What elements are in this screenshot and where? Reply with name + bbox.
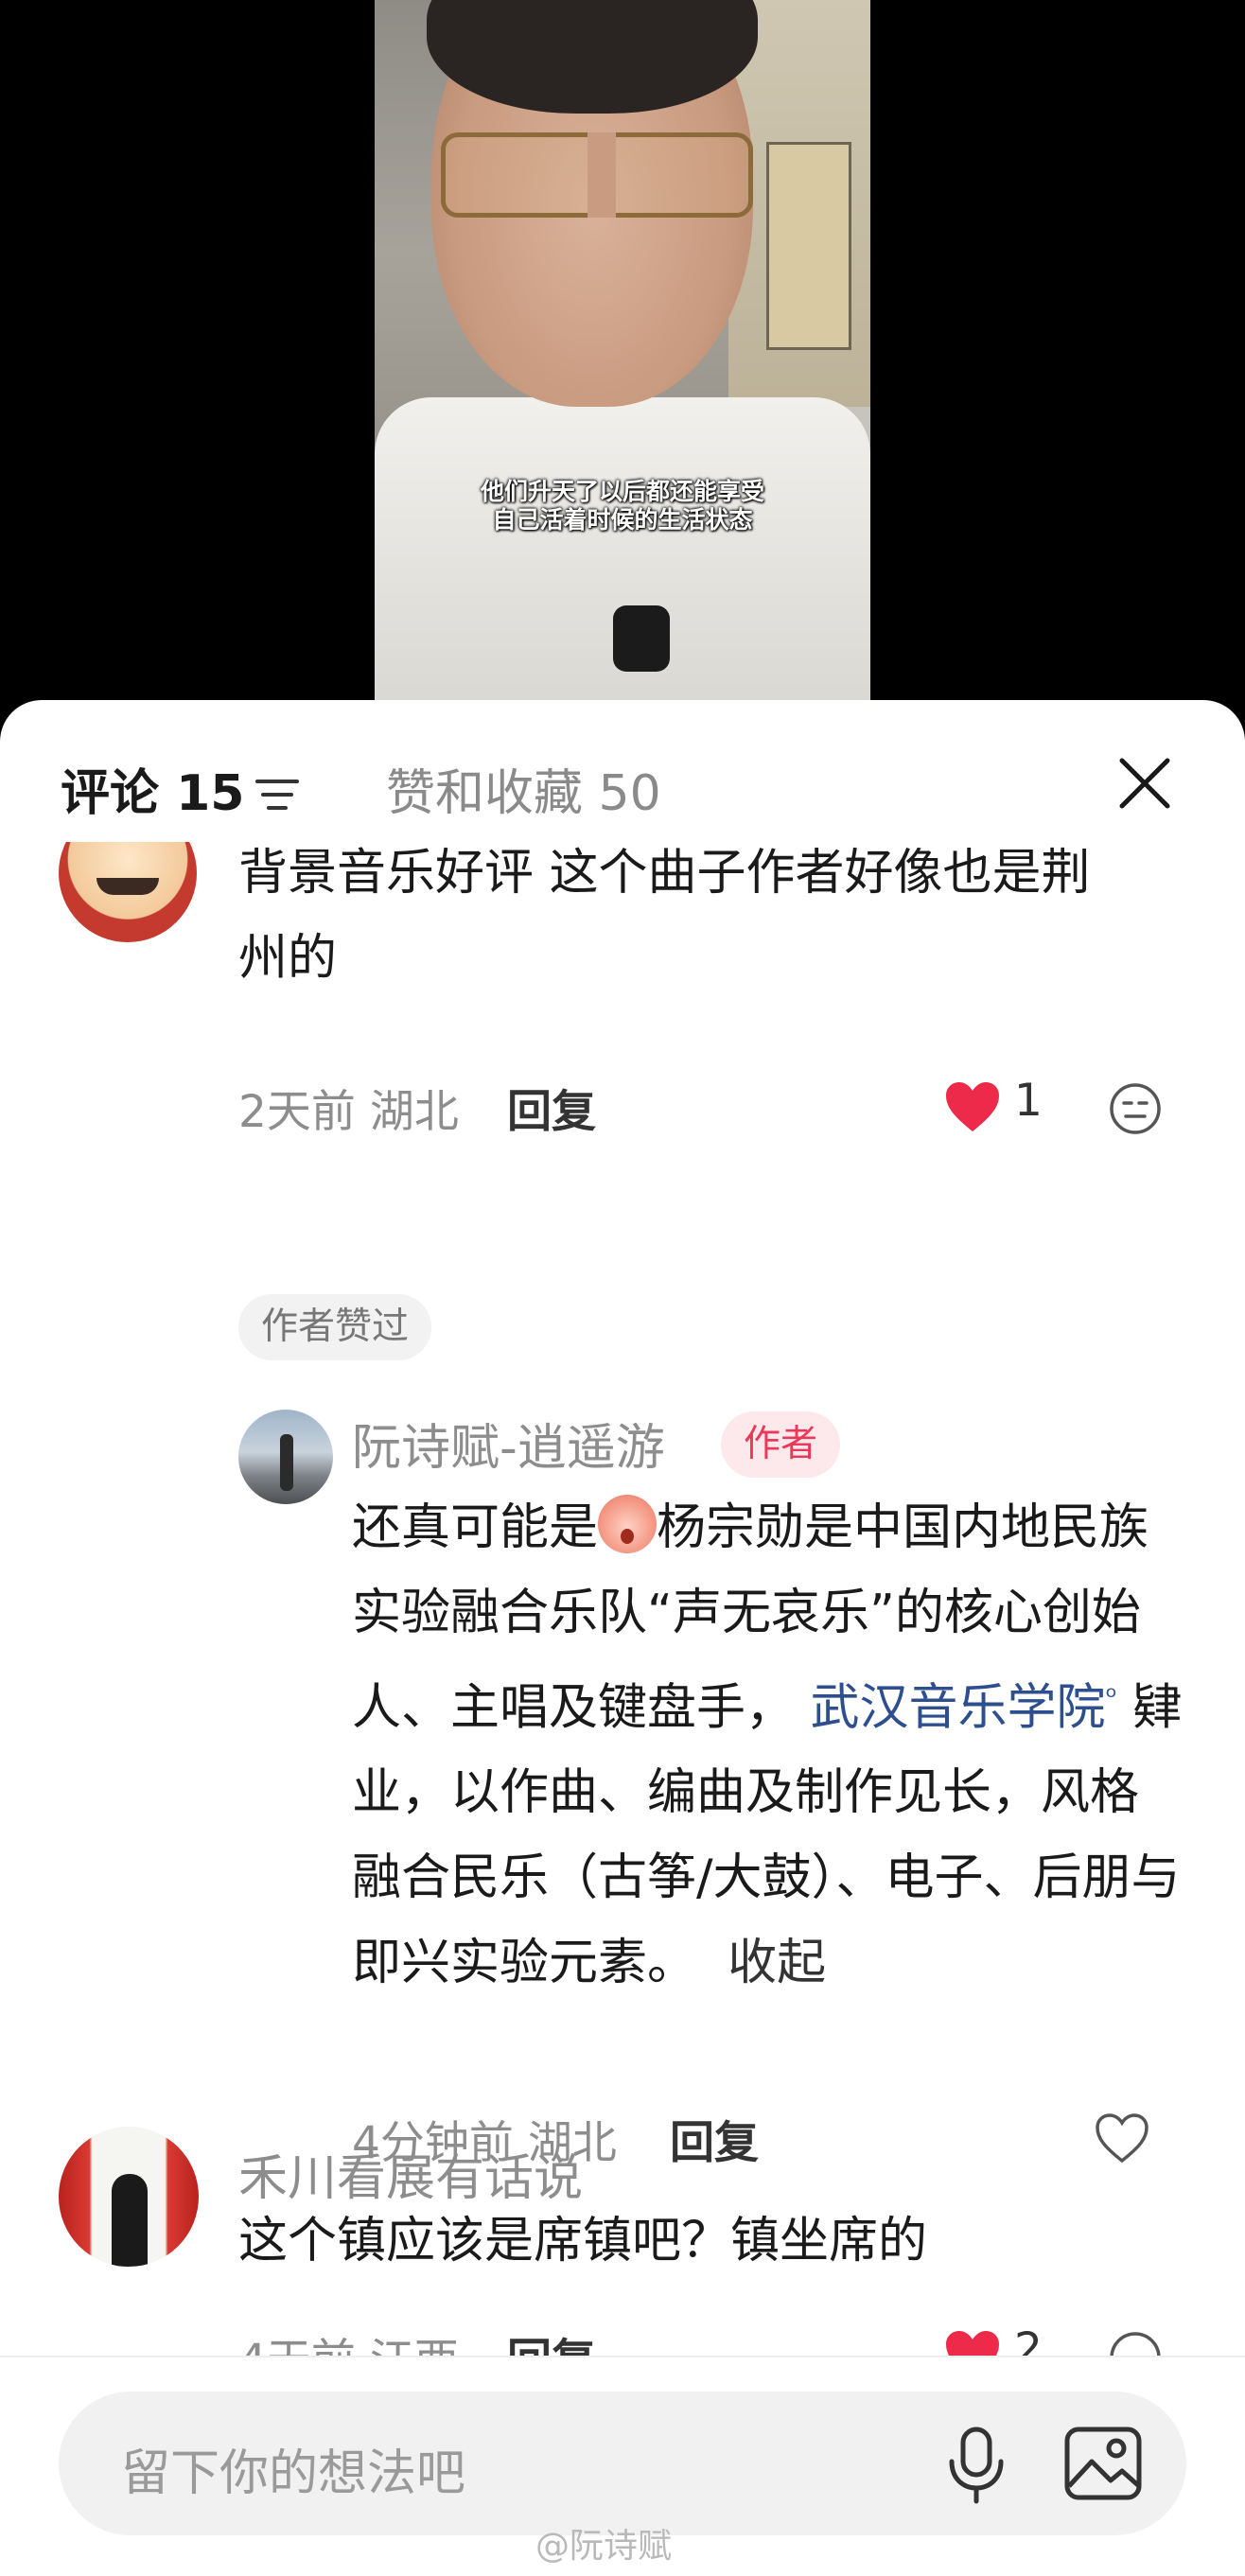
reply-author-name[interactable]: 阮诗赋-逍遥游 bbox=[352, 1408, 665, 1479]
comment-meta: 2天前 湖北 bbox=[238, 1086, 459, 1138]
tab-likes-and-saves[interactable]: 赞和收藏 50 bbox=[386, 753, 661, 824]
search-link[interactable]: 武汉音乐学院 bbox=[811, 1679, 1106, 1736]
heart-outline-icon[interactable] bbox=[1094, 2112, 1150, 2164]
museum-map-display bbox=[766, 142, 851, 350]
emoji-reaction-icon[interactable] bbox=[1109, 2331, 1162, 2356]
comment-text: 州的 bbox=[238, 930, 338, 987]
sheet-tabs: 评论 15 赞和收藏 50 bbox=[0, 700, 1245, 842]
heart-filled-icon[interactable] bbox=[944, 1080, 1001, 1133]
microphone-icon[interactable] bbox=[938, 2426, 1014, 2505]
watermark: @阮诗赋 bbox=[535, 2527, 673, 2566]
close-icon[interactable] bbox=[1118, 757, 1171, 810]
author-badge: 作者 bbox=[721, 1411, 841, 1478]
comments-sheet: 评论 15 赞和收藏 50 背景音乐好评 这个曲子作者好像也是荆 州的 2天前 … bbox=[0, 700, 1245, 2576]
reply-text: 还真可能是 杨宗勋是中国内地民族实验融合乐队“声无哀乐”的核心创始人、主唱及键盘手… bbox=[352, 1485, 1184, 2006]
image-icon[interactable] bbox=[1063, 2426, 1143, 2501]
presenter-glasses bbox=[441, 132, 753, 218]
collapse-button[interactable]: 收起 bbox=[728, 1935, 826, 1991]
video-frame[interactable]: 他们升天了以后都还能享受 自己活着时候的生活状态 bbox=[375, 0, 870, 719]
reply-text-part1: 还真可能是 bbox=[352, 1499, 599, 1556]
like-count: 1 bbox=[1014, 1075, 1043, 1127]
heart-filled-icon[interactable] bbox=[944, 2329, 1001, 2356]
comment-input-placeholder: 留下你的想法吧 bbox=[121, 2445, 466, 2502]
video-player[interactable]: 他们升天了以后都还能享受 自己活着时候的生活状态 bbox=[0, 0, 1245, 719]
avatar[interactable] bbox=[238, 1410, 333, 1504]
comment-text: 这个镇应该是席镇吧？镇坐席的 bbox=[238, 2213, 928, 2269]
tab-comments[interactable]: 评论 15 bbox=[61, 753, 244, 824]
video-subtitle-line1: 他们升天了以后都还能享受 bbox=[480, 478, 764, 505]
reply-button[interactable]: 回复 bbox=[507, 2323, 596, 2356]
comment-input[interactable]: 留下你的想法吧 bbox=[59, 2392, 1186, 2535]
video-subtitle-line2: 自己活着时候的生活状态 bbox=[492, 506, 753, 534]
sort-icon[interactable] bbox=[255, 778, 299, 812]
search-link-icon[interactable]: ᵒ bbox=[1106, 1681, 1117, 1714]
comment-text: 背景音乐好评 这个曲子作者好像也是荆 bbox=[238, 845, 1091, 902]
author-liked-badge: 作者赞过 bbox=[238, 1294, 432, 1360]
comment-list[interactable]: 背景音乐好评 这个曲子作者好像也是荆 州的 2天前 湖北 回复 1 作者赞过 阮… bbox=[0, 842, 1245, 2356]
emoji-reaction-icon[interactable] bbox=[1109, 1082, 1162, 1135]
avatar[interactable] bbox=[59, 2127, 199, 2267]
avatar[interactable] bbox=[59, 842, 197, 942]
like-count: 2 bbox=[1014, 2323, 1043, 2356]
crying-emoji-icon bbox=[598, 1495, 658, 1553]
reply-button[interactable]: 回复 bbox=[507, 1075, 596, 1140]
lapel-mic bbox=[613, 605, 670, 672]
reply-button[interactable]: 回复 bbox=[670, 2106, 759, 2171]
comment-meta: 4天前 江西 bbox=[238, 2323, 459, 2356]
